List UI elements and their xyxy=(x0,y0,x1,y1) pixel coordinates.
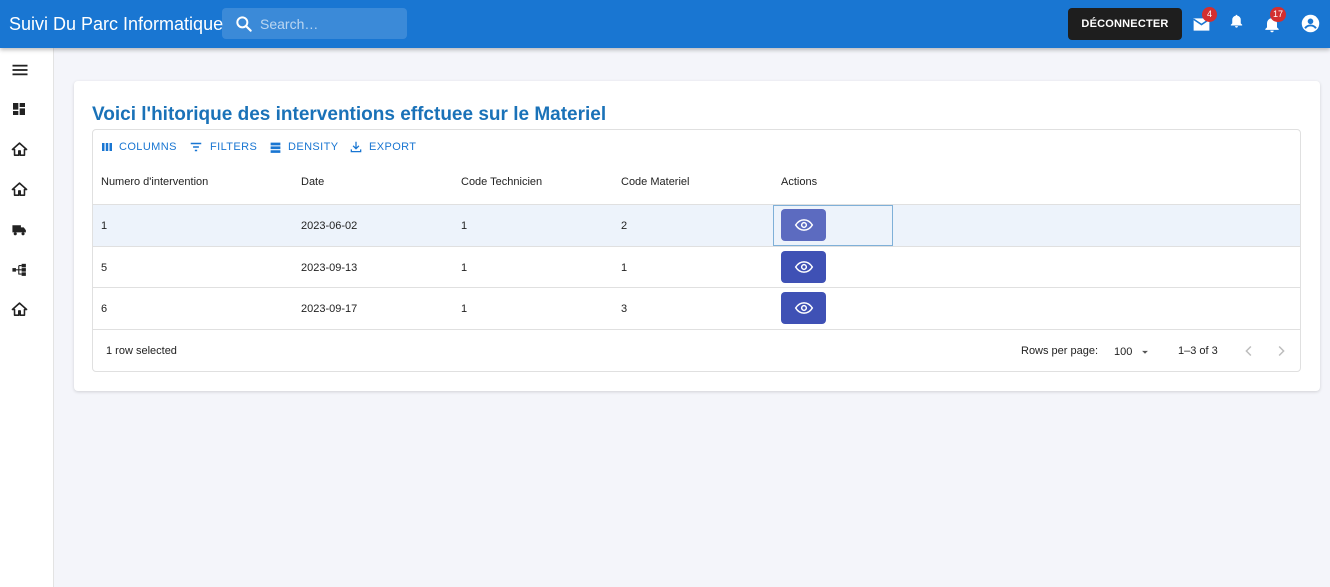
cell-date: 2023-06-02 xyxy=(301,220,358,232)
columns-icon xyxy=(102,143,112,151)
cell-materiel: 2 xyxy=(621,220,628,232)
mail-button[interactable]: 4 xyxy=(1191,7,1217,36)
density-button[interactable]: DENSITY xyxy=(269,139,338,155)
sidebar-item-home-3[interactable] xyxy=(11,301,29,319)
columns-label: COLUMNS xyxy=(119,141,177,153)
data-grid: COLUMNS FILTERS DENSITY EXPORT Numero d'… xyxy=(92,129,1301,372)
notifications-badge: 17 xyxy=(1270,7,1287,22)
caret-down-icon xyxy=(1142,350,1149,354)
sidebar-item-dashboard[interactable] xyxy=(11,101,29,119)
selection-count: 1 row selected xyxy=(106,345,177,357)
search-icon xyxy=(236,16,252,32)
bell-icon xyxy=(1230,14,1243,28)
column-header-date[interactable]: Date xyxy=(301,176,324,188)
search-box[interactable] xyxy=(222,8,407,39)
chevron-left-icon xyxy=(1245,345,1252,357)
column-header-numero[interactable]: Numero d'intervention xyxy=(101,176,208,188)
truck-icon xyxy=(12,225,26,236)
account-button[interactable] xyxy=(1300,13,1322,35)
cell-date: 2023-09-17 xyxy=(301,303,358,315)
column-header-actions: Actions xyxy=(781,176,818,188)
view-button[interactable] xyxy=(781,209,826,241)
hierarchy-icon xyxy=(12,263,26,276)
export-label: EXPORT xyxy=(369,141,417,153)
filters-label: FILTERS xyxy=(210,141,258,153)
filter-icon xyxy=(190,142,202,152)
columns-button[interactable]: COLUMNS xyxy=(101,139,177,155)
export-button[interactable]: EXPORT xyxy=(349,139,416,155)
search-input[interactable] xyxy=(260,8,400,39)
download-icon xyxy=(350,141,362,153)
eye-icon xyxy=(794,261,813,273)
view-button[interactable] xyxy=(781,251,826,283)
home-icon xyxy=(11,182,28,196)
cell-technicien: 1 xyxy=(461,303,468,315)
column-header-materiel[interactable]: Code Materiel xyxy=(621,176,689,188)
table-row[interactable]: 5 2023-09-13 1 1 xyxy=(93,246,1300,288)
account-circle-icon xyxy=(1301,14,1320,33)
grid-footer: 1 row selected Rows per page: 100 1–3 of… xyxy=(93,329,1300,371)
density-icon xyxy=(270,142,281,153)
mail-badge: 4 xyxy=(1202,7,1217,22)
sidebar-item-home-2[interactable] xyxy=(11,181,29,199)
rows-per-page-label: Rows per page: xyxy=(1021,345,1099,357)
previous-page-button[interactable] xyxy=(1240,342,1258,360)
cell-technicien: 1 xyxy=(461,262,468,274)
app-bar: Suivi Du Parc Informatique DÉCONNECTER 4… xyxy=(0,0,1330,48)
cell-numero: 1 xyxy=(101,220,108,232)
table-row[interactable]: 1 2023-06-02 1 2 xyxy=(93,204,1300,246)
interventions-card: Voici l'hitorique des interventions effc… xyxy=(74,81,1320,391)
dashboard-icon xyxy=(13,103,25,115)
cell-numero: 6 xyxy=(101,303,108,315)
sidebar xyxy=(0,48,54,587)
pagination-range: 1–3 of 3 xyxy=(1178,345,1218,357)
page-title: Voici l'hitorique des interventions effc… xyxy=(92,104,607,125)
rows-per-page-select[interactable]: 100 xyxy=(1114,345,1152,359)
cell-materiel: 3 xyxy=(621,303,628,315)
cell-numero: 5 xyxy=(101,262,108,274)
column-header-technicien[interactable]: Code Technicien xyxy=(461,176,542,188)
app-title: Suivi Du Parc Informatique xyxy=(9,14,224,34)
home-icon xyxy=(11,142,28,156)
rows-per-page-value: 100 xyxy=(1114,346,1133,358)
chevron-right-icon xyxy=(1278,345,1285,357)
eye-icon xyxy=(794,302,813,314)
sidebar-item-home-1[interactable] xyxy=(11,141,29,159)
logout-button[interactable]: DÉCONNECTER xyxy=(1068,8,1182,40)
cell-technicien: 1 xyxy=(461,220,468,232)
cell-materiel: 1 xyxy=(621,262,628,274)
home-icon xyxy=(11,302,28,316)
table-row[interactable]: 6 2023-09-17 1 3 xyxy=(93,287,1300,329)
view-button[interactable] xyxy=(781,292,826,324)
filters-button[interactable]: FILTERS xyxy=(188,139,257,155)
notifications-button[interactable]: 17 xyxy=(1262,7,1287,36)
cell-date: 2023-09-13 xyxy=(301,262,358,274)
density-label: DENSITY xyxy=(288,141,339,153)
notifications-muted-button[interactable] xyxy=(1228,12,1250,34)
sidebar-item-delivery[interactable] xyxy=(11,221,29,239)
eye-icon xyxy=(794,219,813,231)
next-page-button[interactable] xyxy=(1272,342,1290,360)
menu-icon xyxy=(12,64,28,76)
sidebar-menu-toggle[interactable] xyxy=(11,61,29,79)
sidebar-item-hierarchy[interactable] xyxy=(11,261,29,279)
